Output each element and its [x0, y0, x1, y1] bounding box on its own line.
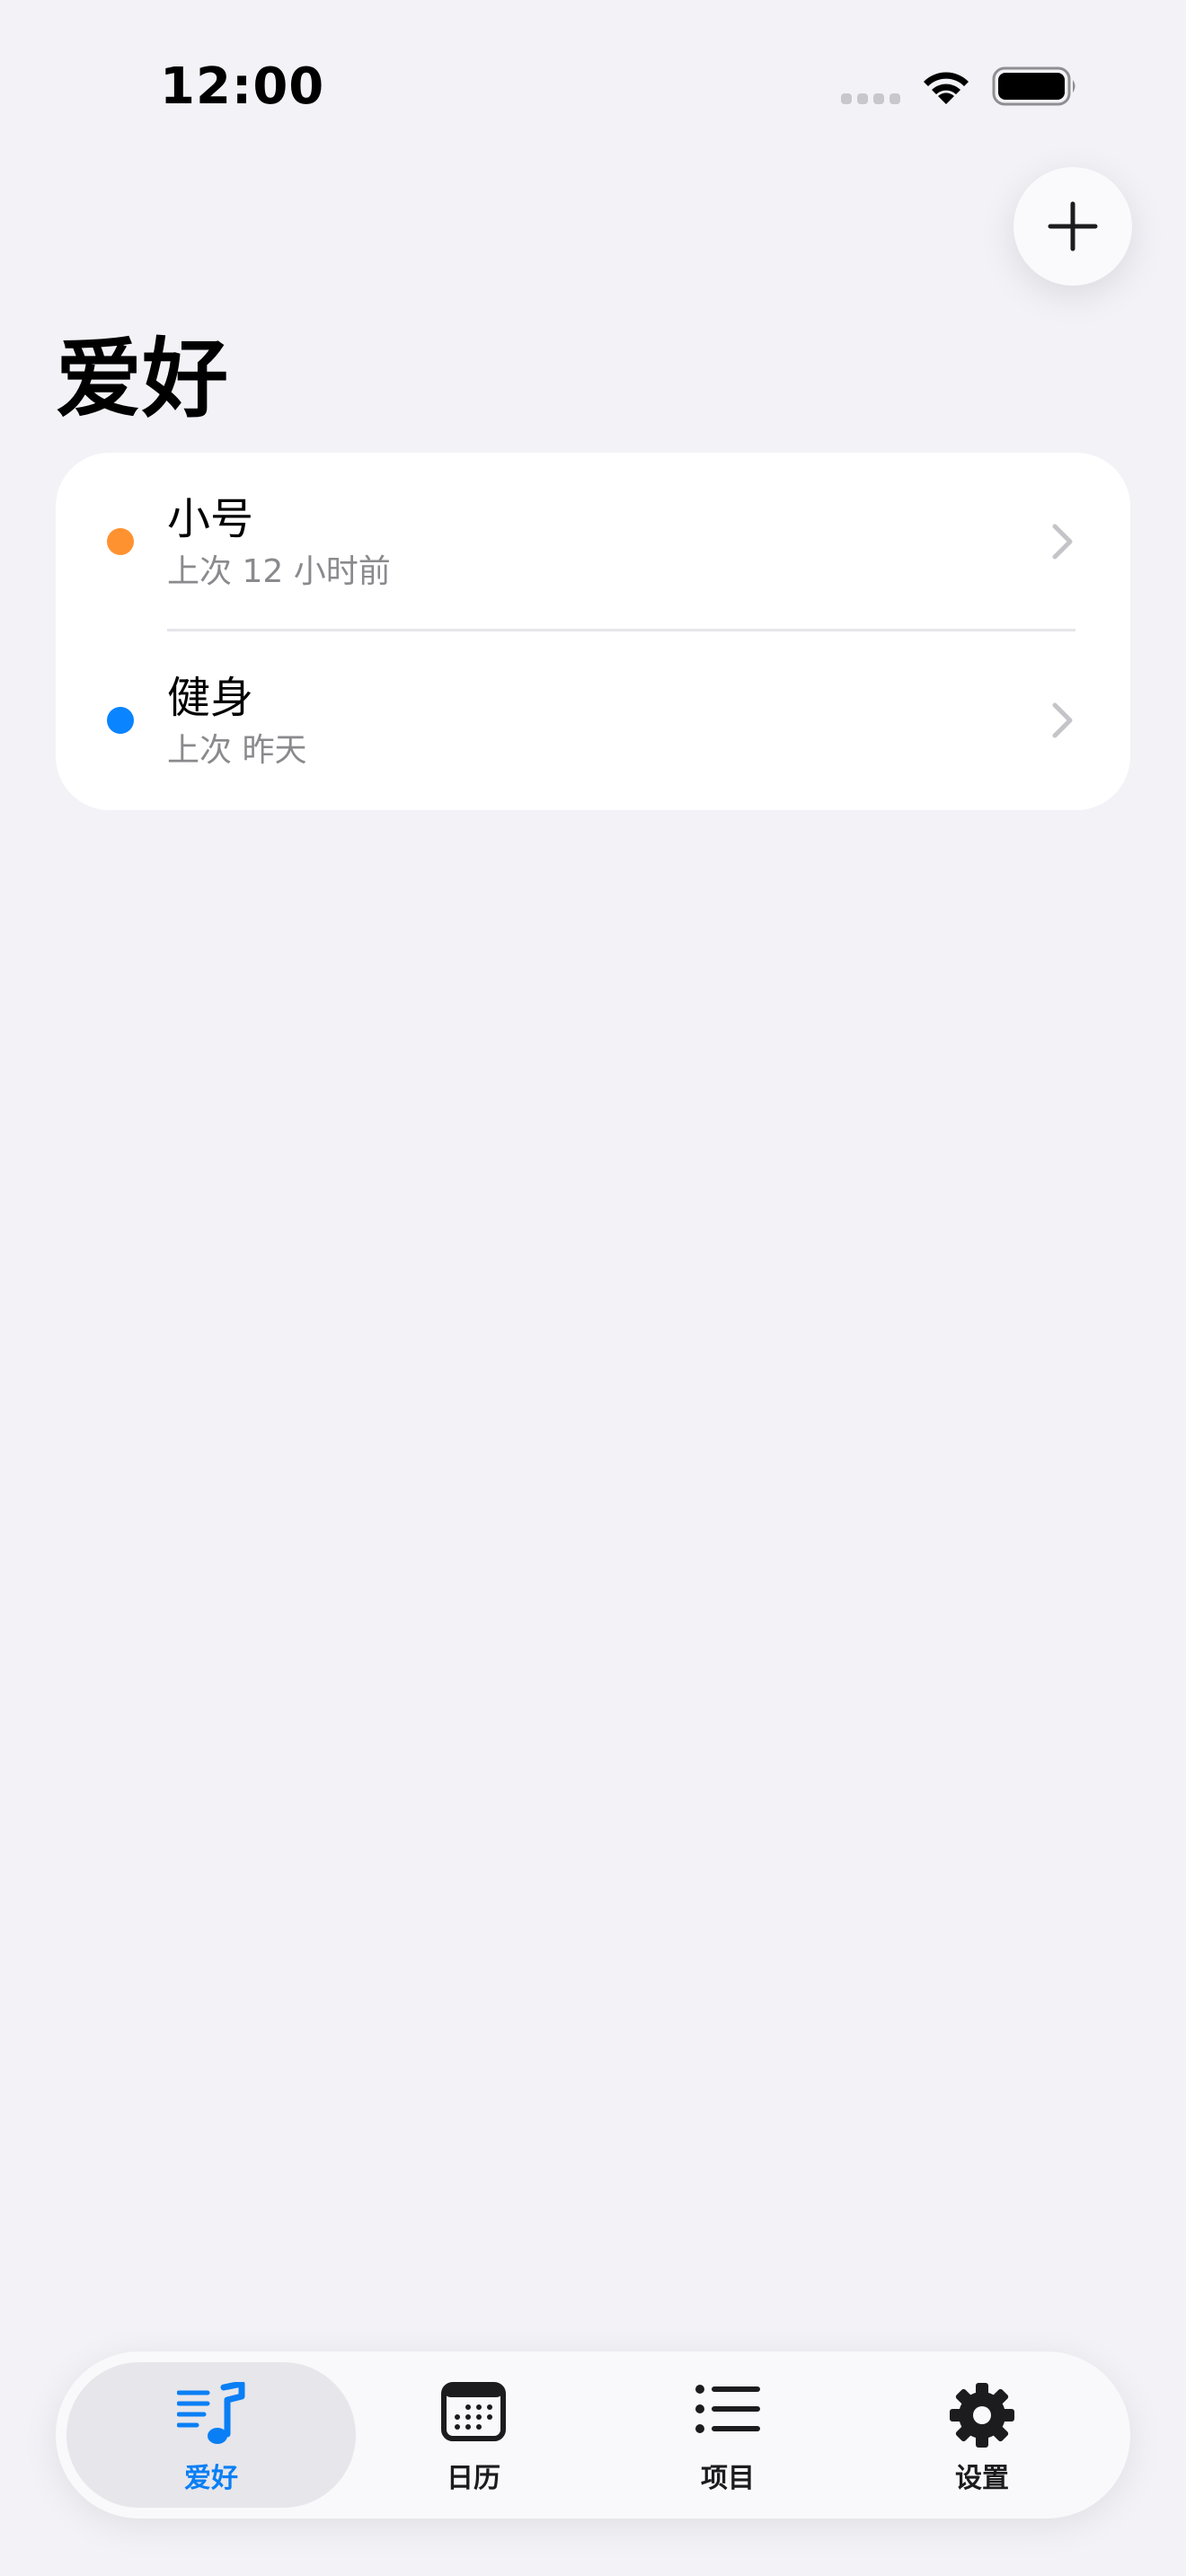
tab-label: 爱好 — [184, 2463, 238, 2494]
chevron-right-icon — [1052, 524, 1073, 560]
hobby-last-time: 上次 12 小时前 — [167, 553, 391, 590]
hobby-color-dot — [107, 528, 134, 555]
hobby-name: 健身 — [167, 673, 254, 723]
gear-icon — [950, 2383, 1014, 2448]
calendar-icon — [441, 2382, 506, 2441]
wifi-icon — [924, 72, 969, 104]
status-time: 12:00 — [160, 57, 325, 116]
hobby-list: 小号 上次 12 小时前 健身 上次 昨天 — [56, 453, 1130, 810]
page-title: 爱好 — [56, 329, 228, 429]
tab-label: 设置 — [955, 2463, 1009, 2494]
tab-calendar[interactable]: 日历 — [343, 2351, 604, 2519]
tab-settings[interactable]: 设置 — [852, 2351, 1112, 2519]
add-hobby-button[interactable] — [1013, 167, 1132, 286]
plus-icon — [1048, 201, 1098, 251]
hobby-row-trumpet[interactable]: 小号 上次 12 小时前 — [56, 453, 1130, 631]
cellular-signal-icon — [841, 93, 900, 104]
hobby-last-time: 上次 昨天 — [167, 732, 307, 769]
list-icon — [695, 2385, 760, 2433]
tab-label: 日历 — [447, 2463, 500, 2494]
tab-hobbies[interactable]: 爱好 — [56, 2351, 367, 2519]
hobby-color-dot — [107, 707, 134, 734]
tab-items[interactable]: 项目 — [597, 2351, 858, 2519]
music-list-icon — [177, 2382, 245, 2444]
tab-bar: 爱好 日历 项目 设置 — [56, 2351, 1130, 2519]
hobby-name: 小号 — [167, 494, 254, 544]
tab-label: 项目 — [701, 2463, 755, 2494]
battery-icon — [992, 66, 1075, 106]
hobby-row-fitness[interactable]: 健身 上次 昨天 — [56, 631, 1130, 810]
chevron-right-icon — [1052, 702, 1073, 738]
